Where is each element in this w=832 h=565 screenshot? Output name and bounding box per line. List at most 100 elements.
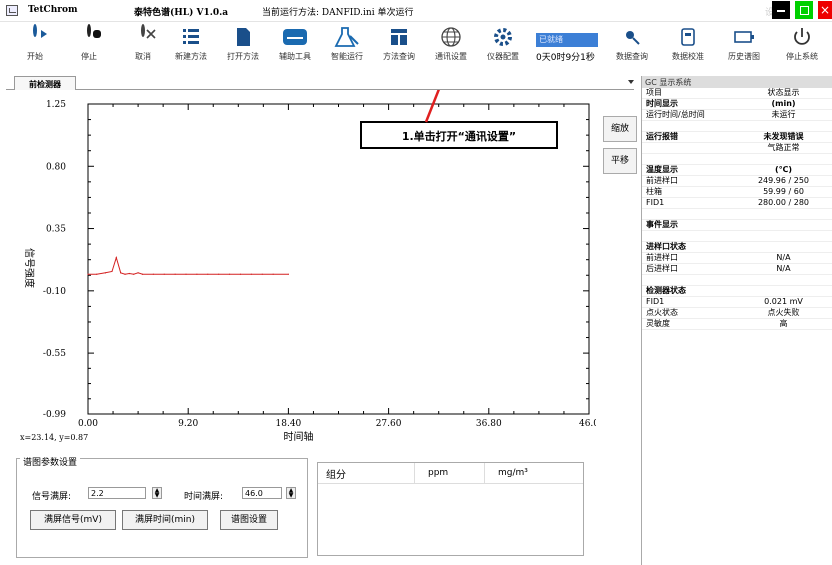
time-spin-icon[interactable]: ▲ ▼ — [286, 487, 296, 499]
data-calibrate-label: 数据校准 — [672, 52, 704, 61]
stop-button[interactable]: 停止 — [74, 24, 104, 62]
calibrate-icon — [668, 26, 708, 48]
signal-data-point — [133, 273, 135, 275]
col-component: 组分 — [326, 470, 346, 481]
gc-status-value: 0.021 mV — [764, 297, 803, 306]
gc-status-row: 时间显示 (min) — [642, 99, 832, 109]
gc-status-value: 未发现错误 — [763, 132, 804, 141]
plot-frame — [87, 103, 590, 415]
x-tick-label: 46.0 — [579, 419, 596, 429]
new-method-button[interactable]: 新建方法 — [170, 26, 212, 62]
tab-dropdown-icon[interactable] — [628, 80, 634, 84]
signal-data-point — [141, 273, 144, 275]
gc-status-key: 项目 — [646, 88, 662, 97]
chart-params-title: 谱图参数设置 — [20, 455, 81, 468]
close-button[interactable]: × — [818, 1, 832, 19]
signal-data-point — [196, 273, 198, 275]
gc-status-row: 温度显示 (℃) — [642, 165, 832, 175]
gc-status-key: 检测器状态 — [646, 286, 686, 295]
x-tick-label: 0.00 — [78, 419, 98, 429]
gc-status-row: 进样口状态 — [642, 242, 832, 252]
gc-status-row: 检测器状态 — [642, 286, 832, 296]
stop-system-button[interactable]: 停止系统 — [781, 26, 823, 62]
col-ppm: ppm — [428, 468, 449, 478]
signal-data-point — [239, 273, 242, 275]
tools-label: 辅助工具 — [279, 52, 311, 61]
gc-status-row: 前进样口 N/A — [642, 253, 832, 263]
data-query-label: 数据查询 — [616, 52, 648, 61]
x-axis-label: 时间轴 — [284, 430, 314, 443]
y-axis-label: 信号强度 — [23, 248, 36, 288]
file-icon — [222, 26, 264, 48]
annotation-text: 1.单击打开“通讯设置” — [402, 129, 516, 143]
minimize-button[interactable] — [772, 1, 790, 19]
gc-status-row: 项目 状态显示 — [642, 88, 832, 98]
play-icon — [33, 24, 47, 38]
signal-data-point — [272, 273, 274, 275]
signal-data-point — [163, 273, 165, 275]
gc-status-value: 高 — [779, 319, 788, 328]
open-method-button[interactable]: 打开方法 — [222, 26, 264, 62]
gc-status-key: 事件显示 — [646, 220, 678, 229]
pan-button[interactable]: 平移 — [603, 148, 637, 174]
signal-data-point — [87, 273, 89, 275]
method-query-button[interactable]: 方法查询 — [378, 26, 420, 62]
signal-data-point — [185, 273, 187, 275]
gc-status-key: 后进样口 — [646, 264, 678, 273]
app-icon — [6, 5, 18, 16]
instrument-config-button[interactable]: 仪器配置 — [482, 26, 524, 62]
gc-panel-title: GC 显示系统 — [642, 76, 832, 88]
gc-status-value: 气路正常 — [767, 143, 800, 152]
zoom-button[interactable]: 缩放 — [603, 116, 637, 142]
time-fullscreen-label: 时间满屏: — [184, 492, 224, 502]
open-method-label: 打开方法 — [227, 52, 259, 61]
new-method-label: 新建方法 — [175, 52, 207, 61]
gc-status-row: 运行时间/总时间 未运行 — [642, 110, 832, 120]
chart-settings-button[interactable]: 谱图设置 — [220, 510, 278, 530]
signal-fullscreen-label: 信号满屏: — [32, 492, 72, 502]
fullscreen-signal-button[interactable]: 满屏信号(mV) — [30, 510, 116, 530]
data-calibrate-button[interactable]: 数据校准 — [668, 26, 708, 62]
gc-status-key: 温度显示 — [646, 165, 678, 174]
y-tick-label: 0.35 — [46, 225, 66, 235]
cancel-icon — [141, 24, 156, 39]
signal-data-point — [115, 257, 117, 259]
smart-run-button[interactable]: 智能运行 — [326, 26, 368, 62]
signal-data-point — [152, 273, 154, 275]
signal-data-point — [207, 273, 209, 275]
gc-status-key: 进样口状态 — [646, 242, 686, 251]
gc-status-row: 运行报错 未发现错误 — [642, 132, 832, 142]
signal-spin-icon[interactable]: ▲ ▼ — [152, 487, 162, 499]
signal-data-point — [137, 272, 139, 274]
maximize-button[interactable] — [795, 1, 813, 19]
tools-button[interactable]: 辅助工具 — [274, 26, 316, 62]
fullscreen-time-button[interactable]: 满屏时间(min) — [122, 510, 208, 530]
comm-settings-button[interactable]: 通讯设置 — [430, 26, 472, 62]
stop-icon — [87, 24, 101, 38]
smart-run-label: 智能运行 — [331, 52, 363, 61]
gc-status-value: (min) — [771, 99, 796, 108]
time-fullscreen-input[interactable]: 46.0 — [242, 487, 282, 499]
gc-status-row — [642, 275, 832, 285]
cancel-button[interactable]: 取消 — [128, 24, 158, 62]
start-button[interactable]: 开始 — [22, 24, 48, 62]
gc-status-row: 前进样口 249.96 / 250 — [642, 176, 832, 186]
gc-status-list: 项目 状态显示 时间显示 (min) 运行时间/总时间 未运行 运行报错 未发现错误 气路正常温… — [642, 88, 832, 330]
gc-status-row: 事件显示 — [642, 220, 832, 230]
y-tick-label: 1.25 — [46, 100, 66, 110]
list-icon — [170, 26, 212, 48]
power-icon — [781, 26, 823, 48]
history-chart-button[interactable]: 历史谱图 — [724, 26, 764, 62]
tab-front-detector[interactable]: 前检测器 — [14, 76, 76, 90]
chromatogram-chart[interactable]: 1.25 0.80 0.35 -0.10 -0.55 -0.99 0.00 9.20 18.40… — [6, 80, 599, 452]
gc-status-key: 时间显示 — [646, 99, 678, 108]
col-mgm3: mg/m³ — [498, 468, 528, 478]
globe-icon — [430, 26, 472, 48]
history-icon — [724, 26, 764, 48]
instrument-config-label: 仪器配置 — [487, 52, 519, 61]
gc-status-key: 灵敏度 — [646, 319, 670, 328]
y-tick-label: -0.10 — [43, 287, 66, 297]
data-query-button[interactable]: 数据查询 — [612, 26, 652, 62]
gc-status-row: 气路正常 — [642, 143, 832, 153]
signal-fullscreen-input[interactable]: 2.2 — [88, 487, 146, 499]
